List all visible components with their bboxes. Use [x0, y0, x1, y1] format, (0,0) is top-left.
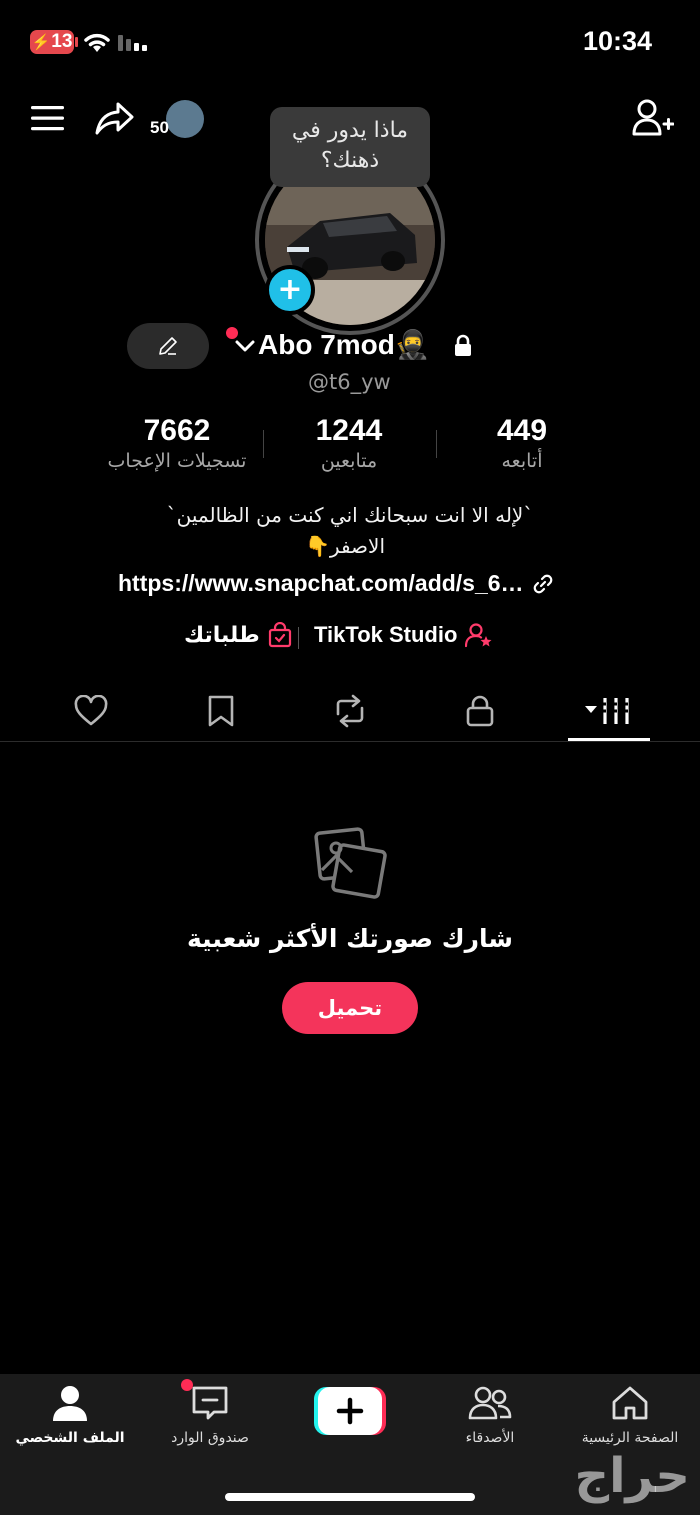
empty-state-title: شارك صورتك الأكثر شعبية: [186, 924, 514, 953]
nav-friends-label: الأصدقاء: [465, 1430, 515, 1446]
inbox-notification-dot: [181, 1379, 193, 1391]
lock-icon: [466, 695, 494, 727]
battery-cap: [75, 37, 78, 47]
grid-icon: [585, 698, 630, 724]
share-count: 50: [150, 118, 169, 137]
tab-videos[interactable]: [569, 680, 649, 742]
likes-stat[interactable]: 7662 تسجيلات الإعجاب: [77, 414, 277, 472]
bio-link-text: https://www.snapchat.com/add/s_6…: [118, 570, 524, 596]
orders-label: طلباتك: [184, 622, 260, 648]
nav-inbox[interactable]: صندوق الوارد: [140, 1384, 280, 1446]
nav-profile[interactable]: الملف الشخصي: [0, 1384, 140, 1446]
creator-star-icon: [465, 623, 492, 648]
active-tab-indicator: [568, 738, 650, 741]
watermark: حراج: [574, 1448, 691, 1504]
photos-icon: [314, 827, 387, 899]
nav-home-label: الصفحة الرئيسية: [581, 1430, 679, 1446]
shopping-bag-icon: [268, 622, 291, 648]
bio-link[interactable]: https://www.snapchat.com/add/s_6…: [118, 570, 554, 597]
edit-profile-button[interactable]: [127, 323, 209, 369]
home-indicator[interactable]: [225, 1493, 475, 1501]
pencil-icon: [159, 337, 177, 355]
nav-inbox-label: صندوق الوارد: [171, 1430, 249, 1446]
menu-icon[interactable]: [30, 104, 66, 132]
add-story-button[interactable]: +: [265, 265, 315, 315]
bio-line: الاصفر👇: [305, 534, 385, 558]
status-time: 10:34: [582, 26, 652, 56]
divider: [298, 627, 299, 649]
thought-bubble[interactable]: ماذا يدور في ذهنك؟: [270, 107, 430, 187]
plus-icon: +: [277, 272, 303, 307]
upload-button[interactable]: تحميل: [282, 982, 418, 1034]
nav-profile-label: الملف الشخصي: [15, 1430, 125, 1446]
orders-link[interactable]: طلباتك: [184, 622, 292, 648]
profile-icon: [53, 1386, 87, 1421]
inbox-icon: [192, 1386, 228, 1420]
username-handle: @t6_yw: [308, 370, 391, 394]
tab-liked[interactable]: [51, 680, 131, 742]
followers-label: متابعين: [320, 450, 378, 472]
link-icon: [533, 574, 552, 593]
share-icon[interactable]: [94, 100, 136, 136]
followers-count: 1244: [315, 414, 383, 447]
story-avatar[interactable]: [166, 100, 204, 138]
tiktok-studio-label: TikTok Studio: [314, 622, 458, 647]
tab-favorites[interactable]: [181, 680, 261, 742]
lock-icon: [455, 334, 471, 356]
following-count: 449: [496, 414, 548, 447]
friends-icon: [468, 1386, 512, 1420]
signal-icon: [118, 35, 147, 51]
create-button[interactable]: [314, 1387, 386, 1435]
chevron-down-icon[interactable]: [234, 338, 256, 354]
tab-reposts[interactable]: [310, 680, 390, 742]
bookmark-icon: [208, 695, 234, 727]
bio-line: `لإله الا انت سبحانك اني كنت من الظالمين…: [166, 503, 534, 527]
likes-label: تسجيلات الإعجاب: [107, 450, 247, 472]
following-stat[interactable]: 449 أتابعه: [422, 414, 622, 472]
content-tabs: [0, 680, 700, 742]
wifi-icon: [84, 33, 110, 52]
heart-icon: [74, 695, 108, 726]
tiktok-studio-link[interactable]: TikTok Studio: [314, 622, 493, 648]
display-name[interactable]: Abo 7mod🥷: [258, 328, 430, 361]
nav-friends[interactable]: الأصدقاء: [420, 1384, 560, 1446]
home-icon: [612, 1386, 648, 1420]
tab-private[interactable]: [440, 680, 520, 742]
followers-stat[interactable]: 1244 متابعين: [249, 414, 449, 472]
nav-home[interactable]: الصفحة الرئيسية: [560, 1384, 700, 1446]
battery-level: 13: [51, 31, 73, 52]
following-label: أتابعه: [501, 450, 543, 472]
add-friend-icon[interactable]: [632, 98, 674, 138]
battery-indicator: ⚡ 13: [30, 30, 74, 54]
likes-count: 7662: [143, 414, 211, 447]
repost-icon: [336, 694, 364, 728]
